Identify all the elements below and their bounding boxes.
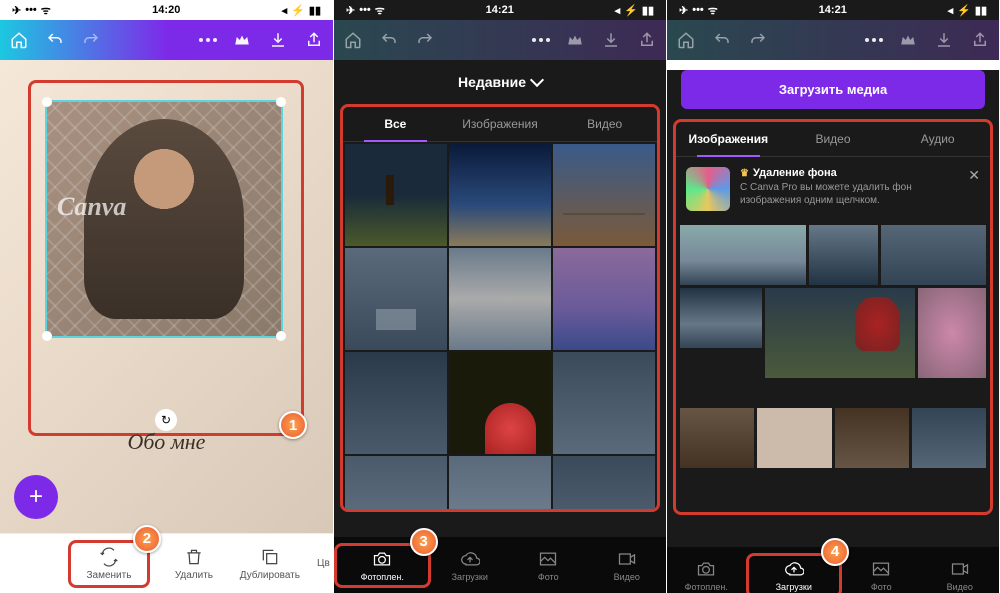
replace-button[interactable]: Заменить 2 <box>68 540 150 588</box>
redo-icon[interactable] <box>80 29 102 51</box>
gallery-thumb[interactable] <box>449 352 551 454</box>
gallery-thumb[interactable] <box>765 288 915 378</box>
recent-dropdown[interactable]: Недавние <box>334 60 666 104</box>
photo-placeholder[interactable]: Canva <box>45 100 283 338</box>
canvas[interactable]: 1 Canva Обо мне ↻ + <box>0 60 333 533</box>
gallery-thumb[interactable] <box>680 408 754 468</box>
delete-button[interactable]: Удалить <box>162 547 226 581</box>
canvas-caption: Обо мне <box>128 429 206 455</box>
step-badge-1: 1 <box>279 411 307 439</box>
undo-icon[interactable] <box>44 29 66 51</box>
more-icon[interactable] <box>865 38 883 42</box>
download-icon[interactable] <box>933 29 955 51</box>
gallery-thumb[interactable] <box>881 225 986 285</box>
gallery-thumb[interactable] <box>345 352 447 454</box>
share-icon[interactable] <box>969 29 991 51</box>
home-icon[interactable] <box>342 29 364 51</box>
nav-camera-roll[interactable]: Фотоплен. 3 <box>334 543 431 588</box>
status-time: 14:21 <box>819 4 847 16</box>
download-icon[interactable] <box>267 29 289 51</box>
crown-icon[interactable] <box>564 29 586 51</box>
redo-icon[interactable] <box>747 29 769 51</box>
upload-media-button[interactable]: Загрузить медиа <box>681 70 985 109</box>
nav-photos[interactable]: Фото <box>509 549 588 582</box>
share-icon[interactable] <box>636 29 658 51</box>
nav-uploads[interactable]: Загрузки <box>431 549 510 582</box>
home-icon[interactable] <box>8 29 30 51</box>
gallery-thumb[interactable] <box>757 408 831 468</box>
share-icon[interactable] <box>303 29 325 51</box>
bottom-nav: Фотоплен. 3 Загрузки Фото Видео <box>334 537 666 593</box>
photo-grid <box>343 142 657 512</box>
tab-all[interactable]: Все <box>343 107 448 141</box>
tab-video[interactable]: Видео <box>552 107 657 141</box>
more-icon[interactable] <box>532 38 550 42</box>
undo-icon[interactable] <box>378 29 400 51</box>
uploads-grid <box>676 221 990 475</box>
tab-audio[interactable]: Аудио <box>885 122 990 156</box>
download-icon[interactable] <box>600 29 622 51</box>
screen-camera-roll: ✈•••ᯤ 14:21 ◂⚡▮▮ Недавние Все <box>333 0 666 593</box>
gallery-thumb[interactable] <box>680 288 762 348</box>
screen-uploads: ✈•••ᯤ 14:21 ◂⚡▮▮ Загрузить медиа Изображ… <box>666 0 999 593</box>
highlight-box: Изображения Видео Аудио ♛Удаление фона С… <box>673 119 993 515</box>
filter-tabs: Изображения Видео Аудио <box>676 122 990 157</box>
gallery-thumb[interactable] <box>553 352 655 454</box>
gallery-thumb[interactable] <box>553 144 655 246</box>
sync-icon: ↻ <box>155 409 177 431</box>
nav-camera-roll[interactable]: Фотоплен. <box>667 559 746 592</box>
top-toolbar <box>334 20 666 60</box>
gallery-thumb[interactable] <box>345 456 447 512</box>
gallery-thumb[interactable] <box>449 456 551 512</box>
top-toolbar <box>0 20 333 60</box>
status-bar: ✈•••ᯤ 14:21 ◂⚡▮▮ <box>334 0 666 20</box>
gallery-thumb[interactable] <box>918 288 986 378</box>
status-time: 14:21 <box>486 4 514 16</box>
status-bar: ✈•••ᯤ 14:20 ◂⚡▮▮ <box>0 0 333 20</box>
step-badge-3: 3 <box>410 528 438 556</box>
gallery-thumb[interactable] <box>809 225 879 285</box>
more-icon[interactable] <box>199 38 217 42</box>
nav-videos[interactable]: Видео <box>921 559 1000 592</box>
home-icon[interactable] <box>675 29 697 51</box>
gallery-thumb[interactable] <box>345 248 447 350</box>
gallery-thumb[interactable] <box>449 248 551 350</box>
gallery-thumb[interactable] <box>345 144 447 246</box>
crown-icon[interactable] <box>897 29 919 51</box>
nav-videos[interactable]: Видео <box>588 549 667 582</box>
chevron-down-icon <box>530 73 544 87</box>
step-badge-2: 2 <box>133 525 161 553</box>
bg-remover-promo[interactable]: ♛Удаление фона С Canva Pro вы можете уда… <box>676 157 990 221</box>
bottom-toolbar: Заменить 2 Удалить Дублировать Цв <box>0 533 333 593</box>
tab-images[interactable]: Изображения <box>448 107 553 141</box>
add-button[interactable]: + <box>14 475 58 519</box>
status-time: 14:20 <box>152 4 180 16</box>
status-bar: ✈•••ᯤ 14:21 ◂⚡▮▮ <box>667 0 999 20</box>
gallery-thumb[interactable] <box>553 248 655 350</box>
tab-images[interactable]: Изображения <box>676 122 781 156</box>
highlight-box: Все Изображения Видео <box>340 104 660 512</box>
crown-icon: ♛ <box>740 168 749 179</box>
gallery-thumb[interactable] <box>835 408 909 468</box>
close-icon[interactable]: ✕ <box>968 167 980 184</box>
watermark: Canva <box>57 192 126 222</box>
gallery-thumb[interactable] <box>680 225 806 285</box>
screen-editor: ✈•••ᯤ 14:20 ◂⚡▮▮ 1 Canva <box>0 0 333 593</box>
color-button[interactable]: Цв <box>314 558 333 569</box>
gallery-thumb[interactable] <box>553 456 655 512</box>
nav-uploads[interactable]: Загрузки 4 <box>746 553 843 593</box>
gallery-thumb[interactable] <box>449 144 551 246</box>
crown-icon[interactable] <box>231 29 253 51</box>
bottom-nav: Фотоплен. Загрузки 4 Фото Видео <box>667 547 999 593</box>
nav-photos[interactable]: Фото <box>842 559 921 592</box>
undo-icon[interactable] <box>711 29 733 51</box>
duplicate-button[interactable]: Дублировать <box>238 547 302 581</box>
redo-icon[interactable] <box>414 29 436 51</box>
promo-thumb <box>686 167 730 211</box>
gallery-thumb[interactable] <box>912 408 986 468</box>
filter-tabs: Все Изображения Видео <box>343 107 657 142</box>
tab-video[interactable]: Видео <box>781 122 886 156</box>
step-badge-4: 4 <box>821 538 849 566</box>
top-toolbar <box>667 20 999 60</box>
